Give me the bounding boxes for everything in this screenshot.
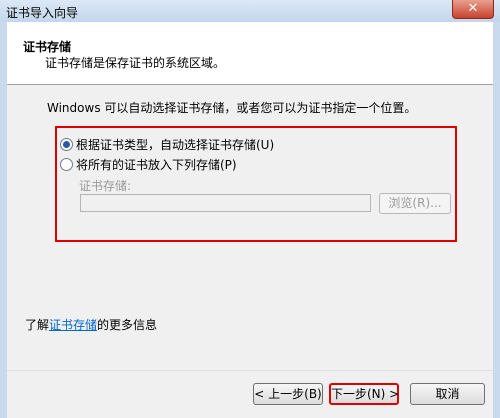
- page-subtitle: 证书存储是保存证书的系统区域。: [45, 56, 226, 70]
- footer-separator: [7, 370, 493, 371]
- cancel-button[interactable]: 取消: [410, 383, 485, 405]
- intro-text: Windows 可以自动选择证书存储，或者您可以为证书指定一个位置。: [47, 101, 417, 115]
- window-title: 证书导入向导: [6, 6, 79, 20]
- wizard-header: 证书存储 证书存储是保存证书的系统区域。: [7, 22, 493, 85]
- learn-more-link[interactable]: 证书存储: [49, 318, 97, 332]
- close-icon: ✕: [467, 1, 479, 16]
- option-place-in-store[interactable]: 将所有的证书放入下列存储(P): [60, 156, 237, 173]
- option-auto-select[interactable]: 根据证书类型，自动选择证书存储(U): [60, 136, 274, 153]
- browse-button[interactable]: 浏览(R)...: [379, 193, 451, 214]
- radio-selected-icon[interactable]: [60, 138, 73, 151]
- radio-unselected-icon[interactable]: [60, 158, 73, 171]
- learn-more-suffix: 的更多信息: [97, 318, 158, 332]
- option-auto-select-label: 根据证书类型，自动选择证书存储(U): [76, 138, 275, 152]
- store-label: 证书存储:: [79, 179, 132, 193]
- store-input[interactable]: [80, 194, 371, 212]
- option-place-in-store-label: 将所有的证书放入下列存储(P): [76, 158, 237, 172]
- learn-more-prefix: 了解: [25, 318, 50, 332]
- back-button[interactable]: < 上一步(B): [253, 383, 323, 405]
- page-title: 证书存储: [23, 40, 72, 54]
- learn-more-text: 了解证书存储的更多信息: [25, 316, 157, 333]
- window-frame-right: [493, 22, 500, 418]
- next-button[interactable]: 下一步(N) >: [329, 383, 399, 405]
- close-button[interactable]: ✕: [452, 0, 494, 19]
- wizard-dialog: 证书存储 证书存储是保存证书的系统区域。 Windows 可以自动选择证书存储，…: [7, 22, 493, 418]
- title-bar: 证书导入向导 ✕: [0, 0, 500, 23]
- window-frame-left: [0, 22, 7, 418]
